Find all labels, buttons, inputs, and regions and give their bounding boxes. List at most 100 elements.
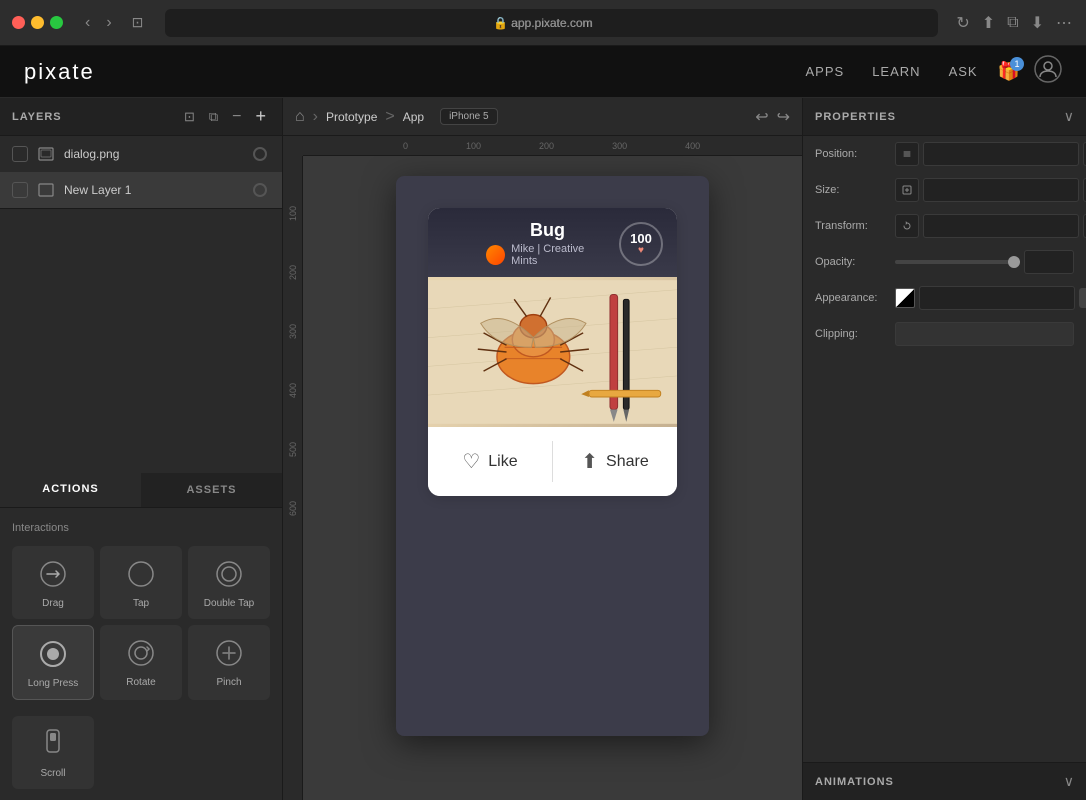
appearance-input[interactable] [919,286,1075,310]
phone-frame: Bug Mike | Creative Mints 100 ♥ [396,176,709,736]
interaction-scroll[interactable]: Scroll [12,716,94,789]
nav-ask[interactable]: ASK [949,64,978,79]
transform-controls [895,214,1086,238]
long-press-label: Long Press [28,678,79,689]
layer-remove-btn[interactable]: − [228,106,245,128]
property-size: Size: [803,172,1086,208]
actions-panel: Interactions Drag [0,508,282,800]
properties-collapse-button[interactable]: ∨ [1064,108,1074,125]
appearance-controls: + [895,286,1086,310]
appearance-color-swatch[interactable] [895,288,915,308]
transform-label: Transform: [815,220,887,232]
transform-input[interactable] [923,214,1079,238]
breadcrumb-parent[interactable]: Prototype [326,110,377,124]
undo-button[interactable]: ↩ [755,107,768,127]
clipping-label: Clipping: [815,328,887,340]
position-link-icon[interactable] [895,142,919,166]
rotate-icon [123,635,159,671]
close-button[interactable] [12,16,25,29]
account-icon [1034,55,1062,83]
address-bar[interactable] [165,9,938,37]
size-link-icon[interactable] [895,178,919,202]
position-x-input[interactable] [923,142,1079,166]
scroll-label: Scroll [40,768,65,779]
layer-checkbox-newlayer1[interactable] [12,182,28,198]
interaction-tap[interactable]: Tap [100,546,182,619]
minimize-button[interactable] [31,16,44,29]
layer-add-btn[interactable]: + [251,104,270,129]
like-icon: ♡ [462,449,480,474]
transform-rotate-icon[interactable] [895,214,919,238]
redo-button[interactable]: ↪ [777,107,790,127]
share-button[interactable]: ⬆ Share [553,441,677,482]
nav-apps[interactable]: APPS [806,64,845,79]
share-browser-button[interactable]: ⬆ [980,11,997,35]
nav-learn[interactable]: LEARN [872,64,920,79]
property-appearance: Appearance: + [803,280,1086,316]
download-button[interactable]: ⬇ [1029,11,1046,35]
card-image [428,277,677,427]
layer-item-newlayer1[interactable]: New Layer 1 [0,172,282,208]
clipping-input[interactable] [895,322,1074,346]
gift-badge: 1 [1010,57,1024,71]
interaction-pinch[interactable]: Pinch [188,625,270,700]
interactions-grid: Drag Tap [12,546,270,700]
tab-assets[interactable]: ASSETS [141,473,282,507]
maximize-button[interactable] [50,16,63,29]
scroll-icon [35,726,71,762]
property-opacity: Opacity: 100 [803,244,1086,280]
layer-checkbox-dialog[interactable] [12,146,28,162]
opacity-controls: 100 [895,250,1074,274]
appearance-add-button[interactable]: + [1079,288,1086,308]
extensions-button[interactable]: ⋯ [1054,11,1074,35]
layer-icon-newlayer1 [36,180,56,200]
home-button[interactable]: ⌂ [295,108,305,126]
interaction-double-tap[interactable]: Double Tap [188,546,270,619]
animations-collapse-button[interactable]: ∨ [1064,773,1074,790]
layer-item-dialog[interactable]: dialog.png [0,136,282,172]
property-clipping: Clipping: [803,316,1086,352]
double-tap-label: Double Tap [204,598,254,609]
opacity-label: Opacity: [815,256,887,268]
interaction-rotate[interactable]: Rotate [100,625,182,700]
like-label: Like [488,453,517,471]
app-card: Bug Mike | Creative Mints 100 ♥ [428,208,677,496]
card-avatar [486,245,505,265]
opacity-value-input[interactable]: 100 [1024,250,1074,274]
layer-icon-btn[interactable]: ⊡ [180,107,199,127]
gift-button[interactable]: 🎁 1 [998,61,1020,82]
size-w-input[interactable] [923,178,1079,202]
pinch-label: Pinch [216,677,241,688]
share-icon: ⬆ [581,449,598,474]
tap-label: Tap [133,598,149,609]
forward-button[interactable]: › [100,12,117,34]
pinch-icon [211,635,247,671]
drag-label: Drag [42,598,64,609]
size-controls [895,178,1086,202]
animations-title: ANIMATIONS [815,776,1064,788]
scroll-grid: Scroll [12,716,270,789]
back-button[interactable]: ‹ [79,12,96,34]
layer-duplicate-btn[interactable]: ⧉ [205,107,222,127]
layer-visibility-dialog[interactable] [250,144,270,164]
opacity-slider[interactable] [895,260,1020,264]
interaction-long-press[interactable]: Long Press [12,625,94,700]
browser-nav: ‹ › [79,12,118,34]
property-transform: Transform: [803,208,1086,244]
new-tab-button[interactable]: ⧉ [1005,12,1020,34]
header-icons: 🎁 1 [998,55,1062,88]
bug-illustration-svg [428,277,677,427]
breadcrumb-current[interactable]: App [403,110,424,124]
like-button[interactable]: ♡ Like [428,441,552,482]
ruler-vertical: 100 200 300 400 500 600 [283,156,303,800]
sidebar-toggle-button[interactable]: ⊡ [126,12,150,33]
layer-visibility-newlayer1[interactable] [250,180,270,200]
layers-actions: ⊡ ⧉ − + [180,104,270,129]
layer-name-dialog: dialog.png [64,147,250,161]
account-button[interactable] [1034,55,1062,88]
device-badge: iPhone 5 [440,108,497,125]
tab-actions[interactable]: ACTIONS [0,473,141,507]
reload-button[interactable]: ↻ [954,11,971,35]
interaction-drag[interactable]: Drag [12,546,94,619]
card-badge[interactable]: 100 ♥ [619,222,663,266]
